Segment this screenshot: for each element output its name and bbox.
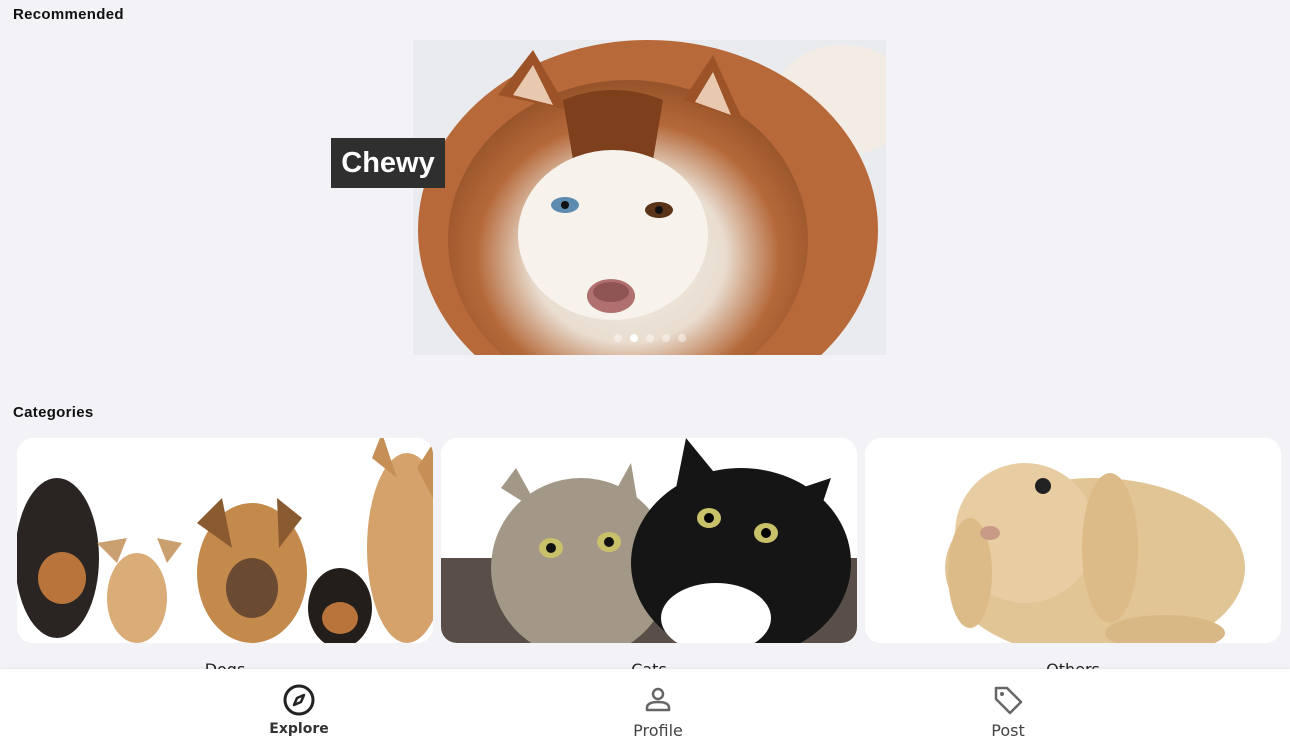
category-card-others[interactable] <box>865 438 1281 643</box>
category-card-cats[interactable] <box>441 438 857 643</box>
nav-label-explore: Explore <box>269 721 329 737</box>
carousel-dots <box>413 334 886 342</box>
nav-explore[interactable]: Explore <box>199 669 399 753</box>
carousel-dot[interactable] <box>645 334 654 342</box>
cats-photo <box>441 438 857 643</box>
carousel-dot[interactable] <box>661 334 670 342</box>
person-icon <box>645 687 671 712</box>
nav-profile[interactable]: Profile <box>558 669 758 753</box>
nav-label-post: Post <box>991 721 1025 740</box>
bottom-navigation: Explore Profile Post <box>0 669 1290 753</box>
compass-icon <box>283 684 315 716</box>
carousel-dot-active[interactable] <box>629 334 638 342</box>
nav-label-profile: Profile <box>633 721 683 740</box>
nav-post[interactable]: Post <box>908 669 1108 753</box>
carousel-dot[interactable] <box>677 334 686 342</box>
husky-photo <box>413 40 886 355</box>
category-card-dogs[interactable] <box>17 438 433 643</box>
carousel-dot[interactable] <box>613 334 622 342</box>
dogs-photo <box>17 438 433 643</box>
rabbit-photo <box>865 438 1281 643</box>
tag-icon <box>994 686 1023 715</box>
categories-heading: Categories <box>13 404 94 421</box>
recommended-carousel[interactable] <box>413 40 886 355</box>
carousel-caption: Chewy <box>331 138 445 188</box>
recommended-heading: Recommended <box>13 6 124 23</box>
